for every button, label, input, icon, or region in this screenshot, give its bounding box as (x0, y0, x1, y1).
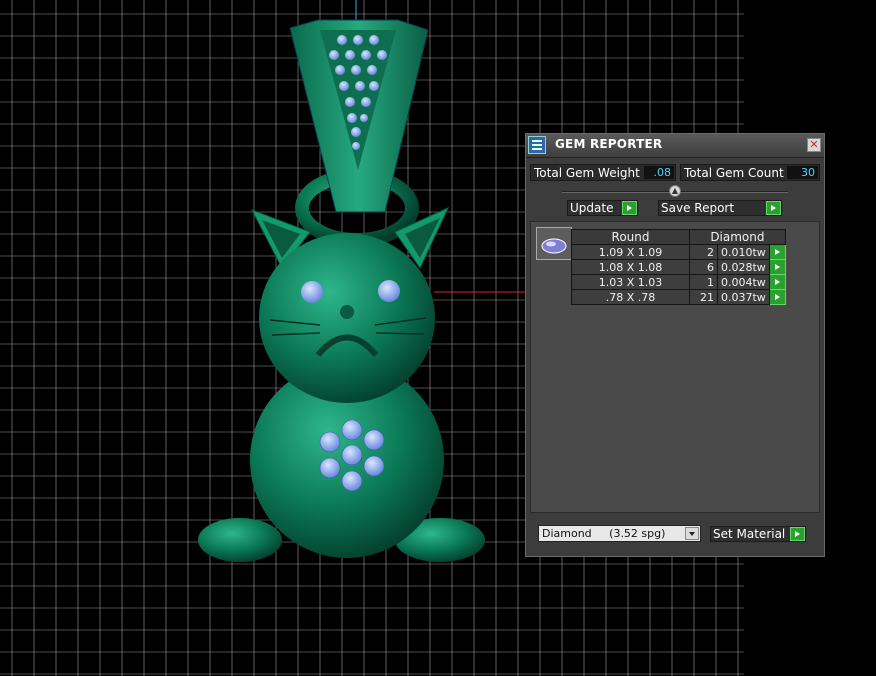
gem-size: .78 X .78 (571, 289, 690, 305)
3d-viewport[interactable]: GEM REPORTER ✕ Total Gem Weight .08 Tota… (0, 0, 876, 676)
close-icon[interactable]: ✕ (807, 138, 821, 152)
panel-titlebar[interactable]: GEM REPORTER ✕ (526, 134, 824, 158)
collapse-toggle-icon[interactable]: ▲ (669, 185, 681, 197)
gem-weight: 0.010tw (717, 244, 770, 260)
total-gem-count-label: Total Gem Count (684, 166, 784, 180)
total-gem-weight-label: Total Gem Weight (534, 166, 640, 180)
select-row-icon[interactable] (768, 289, 786, 305)
set-material-button-label: Set Material (713, 527, 786, 541)
select-row-icon[interactable] (768, 259, 786, 275)
gem-size: 1.03 X 1.03 (571, 274, 690, 290)
select-row-icon[interactable] (768, 274, 786, 290)
total-gem-weight-field: Total Gem Weight .08 (530, 164, 676, 181)
gem-weight: 0.028tw (717, 259, 770, 275)
shape-header: Round (571, 229, 690, 245)
gem-count: 1 (689, 274, 718, 290)
gem-count: 21 (689, 289, 718, 305)
material-header: Diamond (689, 229, 786, 245)
material-select-value: Diamond (3.52 spg) (542, 527, 666, 540)
total-gem-count-value: 30 (787, 166, 818, 179)
gem-count: 6 (689, 259, 718, 275)
save-report-button[interactable]: Save Report (658, 200, 782, 216)
save-report-button-label: Save Report (661, 201, 735, 215)
total-gem-count-field: Total Gem Count 30 (680, 164, 820, 181)
update-button[interactable]: Update (567, 200, 638, 216)
table-row[interactable]: 1.08 X 1.08 6 0.028tw (571, 259, 786, 275)
gem-weight: 0.037tw (717, 289, 770, 305)
table-row[interactable]: .78 X .78 21 0.037tw (571, 289, 786, 305)
gem-size: 1.09 X 1.09 (571, 244, 690, 260)
gem-weight: 0.004tw (717, 274, 770, 290)
set-material-go-icon[interactable] (790, 527, 805, 541)
update-go-icon[interactable] (622, 201, 637, 215)
save-report-go-icon[interactable] (766, 201, 781, 215)
gem-table: Round Diamond 1.09 X 1.09 2 0.010tw 1.08… (571, 229, 786, 305)
gem-count: 2 (689, 244, 718, 260)
table-row[interactable]: 1.09 X 1.09 2 0.010tw (571, 244, 786, 260)
material-select[interactable]: Diamond (3.52 spg) (538, 525, 701, 542)
chevron-down-icon[interactable] (685, 527, 699, 540)
total-gem-weight-value: .08 (644, 166, 674, 179)
panel-title: GEM REPORTER (555, 137, 663, 151)
gem-list-area: Round Diamond 1.09 X 1.09 2 0.010tw 1.08… (530, 221, 820, 513)
update-button-label: Update (570, 201, 614, 215)
gem-reporter-app-icon (528, 136, 546, 154)
select-row-icon[interactable] (768, 244, 786, 260)
table-row[interactable]: 1.03 X 1.03 1 0.004tw (571, 274, 786, 290)
gem-size: 1.08 X 1.08 (571, 259, 690, 275)
gem-reporter-panel: GEM REPORTER ✕ Total Gem Weight .08 Tota… (525, 133, 825, 557)
round-diamond-icon[interactable] (536, 227, 572, 260)
set-material-button[interactable]: Set Material (710, 526, 806, 542)
